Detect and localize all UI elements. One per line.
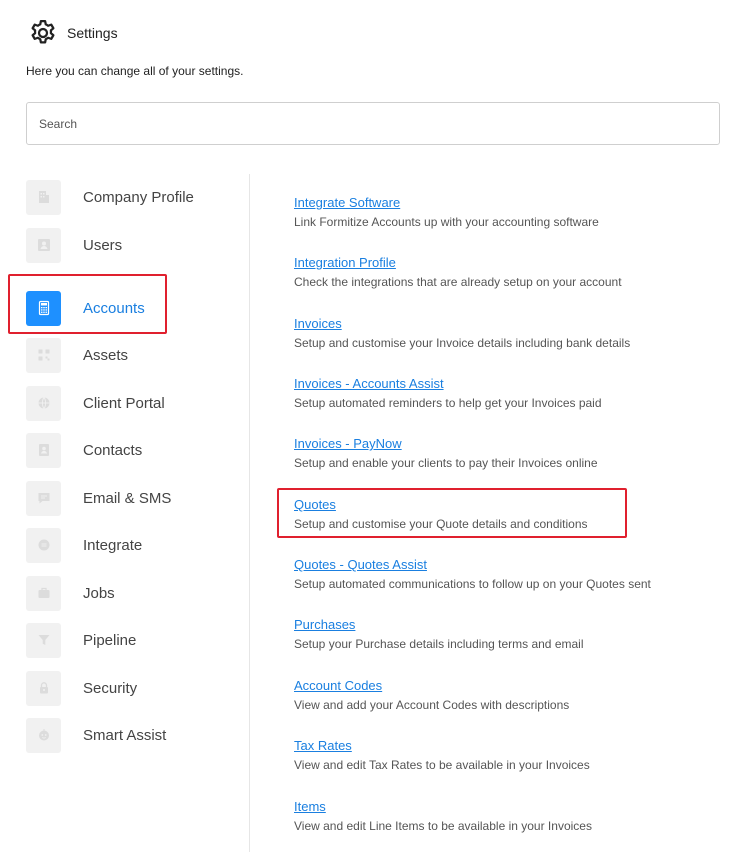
sidebar-item-client-portal[interactable]: Client Portal — [26, 385, 226, 421]
setting-description: View and add your Account Codes with des… — [294, 698, 570, 712]
setting-item-invoices: Invoices Setup and customise your Invoic… — [294, 316, 630, 350]
plug-icon — [26, 527, 61, 563]
setting-link[interactable]: Invoices - PayNow — [294, 436, 598, 452]
calculator-icon — [26, 290, 61, 326]
setting-item-quotes-assist: Quotes - Quotes Assist Setup automated c… — [294, 557, 651, 591]
setting-description: Setup and customise your Quote details a… — [294, 517, 588, 531]
sidebar-item-email-sms[interactable]: Email & SMS — [26, 480, 226, 516]
search-input[interactable] — [26, 102, 720, 145]
setting-description: Setup and enable your clients to pay the… — [294, 456, 598, 470]
setting-item-purchases: Purchases Setup your Purchase details in… — [294, 617, 584, 651]
page-header: Settings — [28, 18, 118, 48]
message-icon — [26, 480, 61, 516]
sidebar-item-accounts[interactable]: Accounts — [26, 290, 226, 326]
sidebar-item-label: Users — [83, 236, 123, 254]
assistant-icon — [26, 717, 61, 753]
setting-item-integration-profile: Integration Profile Check the integratio… — [294, 255, 622, 289]
page-title: Settings — [67, 25, 118, 41]
column-divider — [249, 174, 250, 852]
setting-description: Setup automated communications to follow… — [294, 577, 651, 591]
setting-item-integrate-software: Integrate Software Link Formitize Accoun… — [294, 195, 599, 229]
sidebar-item-label: Integrate — [83, 536, 143, 554]
setting-link[interactable]: Quotes — [294, 497, 588, 513]
setting-link[interactable]: Invoices - Accounts Assist — [294, 376, 602, 392]
sidebar-item-label: Client Portal — [83, 394, 165, 412]
sidebar-item-label: Accounts — [83, 299, 145, 317]
funnel-icon — [26, 622, 61, 658]
sidebar-item-pipeline[interactable]: Pipeline — [26, 622, 226, 658]
setting-description: Link Formitize Accounts up with your acc… — [294, 215, 599, 229]
sidebar-item-company-profile[interactable]: Company Profile — [26, 179, 226, 215]
setting-description: View and edit Tax Rates to be available … — [294, 758, 590, 772]
setting-item-account-codes: Account Codes View and add your Account … — [294, 678, 569, 712]
sidebar-item-label: Email & SMS — [83, 489, 172, 507]
setting-item-items: Items View and edit Line Items to be ava… — [294, 799, 592, 833]
sidebar-item-label: Assets — [83, 346, 129, 364]
setting-item-tax-rates: Tax Rates View and edit Tax Rates to be … — [294, 738, 590, 772]
sidebar-item-label: Company Profile — [83, 188, 194, 206]
lock-icon — [26, 670, 61, 706]
setting-item-quotes: Quotes Setup and customise your Quote de… — [294, 497, 588, 531]
setting-item-invoices-paynow: Invoices - PayNow Setup and enable your … — [294, 436, 598, 470]
contact-card-icon — [26, 432, 61, 468]
sidebar-item-label: Jobs — [83, 584, 115, 602]
gear-icon — [28, 18, 58, 48]
globe-icon — [26, 385, 61, 421]
setting-description: View and edit Line Items to be available… — [294, 819, 592, 833]
setting-description: Setup automated reminders to help get yo… — [294, 396, 602, 410]
setting-description: Setup and customise your Invoice details… — [294, 336, 631, 350]
setting-link[interactable]: Integrate Software — [294, 195, 599, 211]
setting-item-invoices-accounts-assist: Invoices - Accounts Assist Setup automat… — [294, 376, 602, 410]
setting-link[interactable]: Quotes - Quotes Assist — [294, 557, 651, 573]
sidebar-item-security[interactable]: Security — [26, 670, 226, 706]
sidebar-item-integrate[interactable]: Integrate — [26, 527, 226, 563]
setting-link[interactable]: Invoices — [294, 316, 630, 332]
sidebar-item-label: Smart Assist — [83, 726, 167, 744]
sidebar-item-jobs[interactable]: Jobs — [26, 575, 226, 611]
briefcase-icon — [26, 575, 61, 611]
sidebar-item-users[interactable]: Users — [26, 227, 226, 263]
sidebar-item-label: Pipeline — [83, 631, 137, 649]
setting-description: Check the integrations that are already … — [294, 275, 622, 289]
sidebar-item-contacts[interactable]: Contacts — [26, 432, 226, 468]
sidebar-item-assets[interactable]: Assets — [26, 337, 226, 373]
setting-link[interactable]: Tax Rates — [294, 738, 590, 754]
setting-link[interactable]: Account Codes — [294, 678, 569, 694]
sidebar-item-label: Security — [83, 679, 138, 697]
sidebar-item-smart-assist[interactable]: Smart Assist — [26, 717, 226, 753]
sidebar-item-label: Contacts — [83, 441, 143, 459]
setting-link[interactable]: Purchases — [294, 617, 584, 633]
setting-link[interactable]: Integration Profile — [294, 255, 622, 271]
setting-link[interactable]: Items — [294, 799, 592, 815]
page-subtitle: Here you can change all of your settings… — [26, 64, 244, 78]
user-card-icon — [26, 227, 61, 263]
building-icon — [26, 179, 61, 215]
qr-code-icon — [26, 337, 61, 373]
setting-description: Setup your Purchase details including te… — [294, 637, 584, 651]
